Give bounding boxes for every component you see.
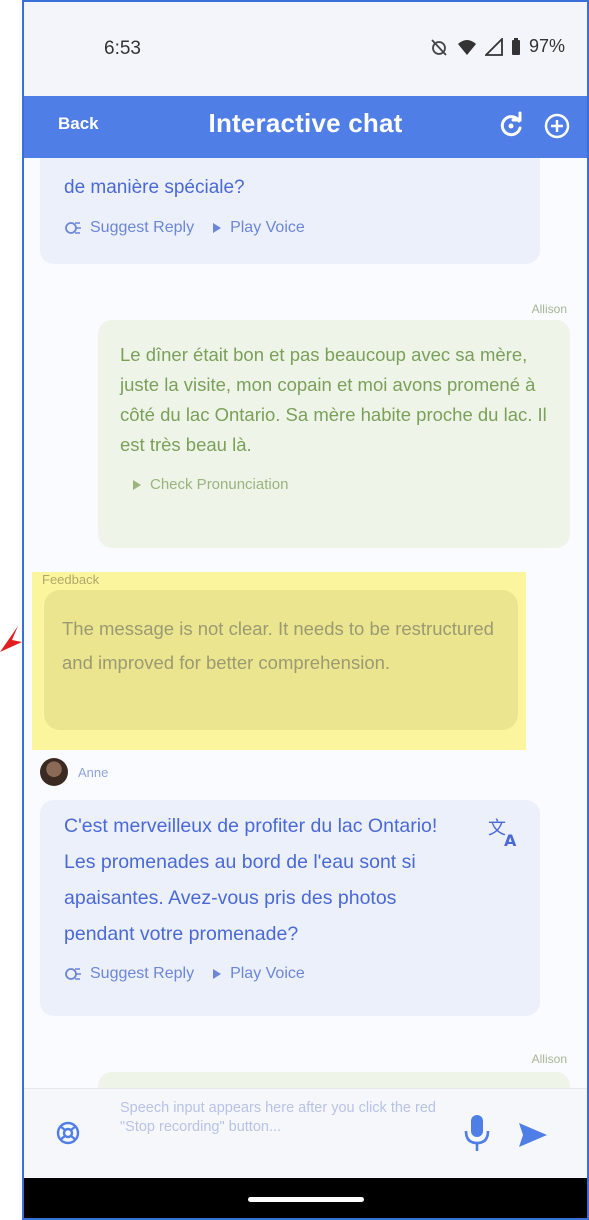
status-time: 6:53 xyxy=(104,38,141,59)
send-icon[interactable] xyxy=(515,1117,551,1153)
play-voice-label: Play Voice xyxy=(230,219,305,236)
app-bar: Back Interactive chat xyxy=(24,96,587,158)
suggest-icon xyxy=(65,968,81,980)
add-circle-icon[interactable] xyxy=(541,110,573,142)
status-bar: 6:53 97% xyxy=(24,2,587,96)
play-icon xyxy=(133,480,141,490)
suggest-reply-label: Suggest Reply xyxy=(90,965,195,982)
suggest-reply-button[interactable]: Suggest Reply xyxy=(64,210,194,246)
play-voice-button[interactable]: Play Voice xyxy=(212,956,305,992)
check-pronunciation-label: Check Pronunciation xyxy=(150,476,289,493)
tutor-message-bubble: C'est merveilleux de profiter du lac Ont… xyxy=(40,800,540,1016)
microphone-icon[interactable] xyxy=(459,1111,495,1155)
message-text: Le dîner était bon et pas beaucoup avec … xyxy=(120,344,547,455)
play-icon xyxy=(213,969,222,979)
phone-screen: 6:53 97% Back Interactive chat de manièr… xyxy=(22,0,589,1220)
chat-area[interactable]: de manière spéciale? Suggest Reply Play … xyxy=(24,158,587,1088)
check-pronunciation-button[interactable]: Check Pronunciation xyxy=(132,470,288,500)
sender-name: Allison xyxy=(531,302,567,316)
feedback-text: The message is not clear. It needs to be… xyxy=(62,618,494,673)
speech-input[interactable]: Speech input appears here after you clic… xyxy=(120,1099,460,1137)
feedback-message: The message is not clear. It needs to be… xyxy=(44,590,518,730)
suggest-reply-label: Suggest Reply xyxy=(90,219,195,236)
svg-text:A: A xyxy=(504,831,517,850)
feedback-label: Feedback xyxy=(42,572,100,587)
message-text: C'est merveilleux de profiter du lac Ont… xyxy=(64,815,438,945)
translate-icon[interactable]: 文 A xyxy=(486,814,522,850)
status-icons: 97% xyxy=(429,36,565,57)
wifi-icon xyxy=(457,39,476,55)
system-nav-bar xyxy=(24,1178,587,1218)
message-actions: Suggest Reply Play Voice xyxy=(64,210,516,246)
suggest-reply-button[interactable]: Suggest Reply xyxy=(64,956,194,992)
sender-name: Anne xyxy=(78,764,109,780)
battery-icon xyxy=(511,37,520,55)
message-text: de manière spéciale? xyxy=(64,177,245,198)
feedback-highlight: Feedback The message is not clear. It ne… xyxy=(32,572,526,750)
input-bar: Speech input appears here after you clic… xyxy=(24,1088,587,1178)
play-voice-label: Play Voice xyxy=(230,965,305,982)
sender-name: Allison xyxy=(531,1052,567,1066)
language-icon[interactable] xyxy=(52,1117,84,1149)
suggest-icon xyxy=(65,222,81,234)
tutor-message-bubble: de manière spéciale? Suggest Reply Play … xyxy=(40,158,540,264)
annotation-arrow-icon xyxy=(0,626,22,652)
signal-icon xyxy=(484,37,503,56)
home-handle[interactable] xyxy=(247,1197,364,1202)
avatar xyxy=(40,758,68,786)
play-voice-button[interactable]: Play Voice xyxy=(212,210,305,246)
alarm-off-icon xyxy=(431,38,447,56)
user-message-bubble: Le dîner était bon et pas beaucoup avec … xyxy=(98,320,570,548)
message-actions: Suggest Reply Play Voice xyxy=(64,956,470,992)
tutor-sender-row: Anne xyxy=(40,758,108,786)
message-actions: Check Pronunciation xyxy=(120,470,550,500)
refresh-icon[interactable] xyxy=(495,110,527,142)
battery-level: 97% xyxy=(528,36,565,56)
play-icon xyxy=(213,223,222,233)
user-message-bubble xyxy=(98,1072,570,1088)
